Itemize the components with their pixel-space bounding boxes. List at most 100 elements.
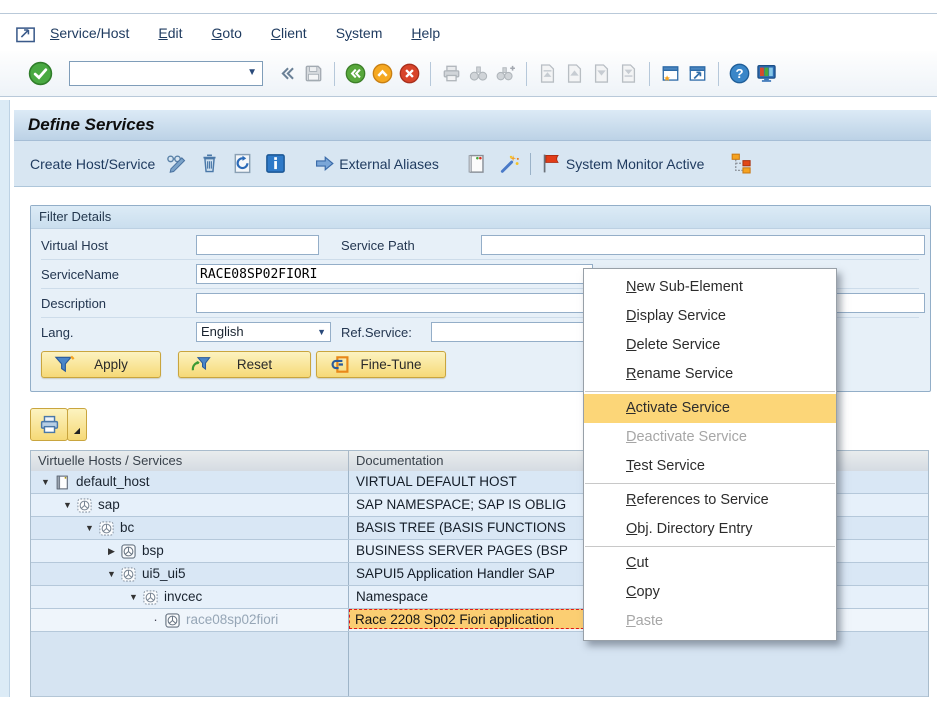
collapse-toolbar-button[interactable] — [274, 61, 299, 86]
description-label: Description — [41, 296, 106, 311]
service-cell: ·race08sp02fiori — [31, 609, 349, 631]
documentation-text: SAP NAMESPACE; SAP IS OBLIG — [356, 497, 566, 512]
context-menu-item-cut[interactable]: Cut — [584, 549, 836, 578]
service-node-label[interactable]: bsp — [142, 540, 164, 562]
help-button[interactable]: ? — [727, 61, 752, 86]
documentation-text: BASIS TREE (BASIS FUNCTIONS — [356, 520, 566, 535]
context-menu-item-new-sub-element[interactable]: New Sub-Element — [584, 273, 836, 302]
menu-goto[interactable]: Goto — [212, 25, 242, 41]
context-menu-item-references-to-service[interactable]: References to Service — [584, 486, 836, 515]
hierarchy-icon[interactable] — [730, 152, 753, 175]
expander-closed-icon[interactable]: ▶ — [105, 540, 118, 562]
service-path-label: Service Path — [341, 238, 415, 253]
menu-help[interactable]: Help — [411, 25, 440, 41]
find-next-button — [493, 61, 518, 86]
system-monitor-flag-icon — [540, 152, 563, 175]
new-session-button[interactable] — [658, 61, 683, 86]
service-name-label: ServiceName — [41, 267, 119, 282]
printer-icon — [38, 413, 61, 436]
filter-details-title: Filter Details — [31, 206, 930, 229]
column-header-hosts[interactable]: Virtuelle Hosts / Services — [31, 451, 349, 471]
cancel-button[interactable] — [397, 61, 422, 86]
expander-open-icon[interactable]: ▼ — [61, 494, 74, 516]
toolbar-separator — [649, 62, 650, 86]
context-menu-item-obj-directory-entry[interactable]: Obj. Directory Entry — [584, 515, 836, 544]
info-icon[interactable] — [264, 152, 287, 175]
filter-icon — [53, 353, 76, 376]
back-button[interactable] — [343, 61, 368, 86]
enter-button[interactable] — [28, 61, 53, 86]
delete-icon[interactable] — [198, 152, 221, 175]
customize-layout-button[interactable] — [754, 61, 779, 86]
column-divider — [348, 632, 349, 696]
context-menu-item-test-service[interactable]: Test Service — [584, 452, 836, 481]
chevron-down-icon[interactable]: ▼ — [317, 327, 326, 337]
service-node-label[interactable]: bc — [120, 517, 134, 539]
context-menu-item-activate-service[interactable]: Activate Service — [584, 394, 836, 423]
reset-button[interactable]: Reset — [178, 351, 311, 378]
service-node-label[interactable]: sap — [98, 494, 120, 516]
document-icon[interactable] — [465, 152, 488, 175]
empty-table-area — [31, 632, 928, 697]
reset-filter-icon — [190, 353, 213, 376]
menu-separator — [585, 546, 835, 547]
service-node-label[interactable]: default_host — [76, 471, 150, 493]
column-header-documentation[interactable]: Documentation — [349, 451, 443, 471]
documentation-text: Namespace — [356, 589, 428, 604]
ref-service-label: Ref.Service: — [341, 325, 412, 340]
documentation-text: BUSINESS SERVER PAGES (BSP — [356, 543, 568, 558]
context-menu: New Sub-ElementDisplay ServiceDelete Ser… — [583, 268, 837, 641]
service-icon-dotted — [142, 589, 159, 606]
toolbar-separator — [430, 62, 431, 86]
print-list-button[interactable] — [30, 408, 68, 441]
virtual-host-input[interactable] — [196, 235, 319, 255]
service-node-label[interactable]: race08sp02fiori — [186, 609, 278, 631]
refresh-icon[interactable] — [231, 152, 254, 175]
ref-service-input[interactable] — [431, 322, 593, 342]
create-shortcut-button[interactable] — [685, 61, 710, 86]
external-aliases-icon[interactable] — [313, 152, 336, 175]
create-host-service-button[interactable]: Create Host/Service — [30, 156, 155, 172]
toolbar-separator — [530, 153, 531, 175]
service-icon — [120, 543, 137, 560]
expander-open-icon[interactable]: ▼ — [127, 586, 140, 608]
external-aliases-button[interactable]: External Aliases — [339, 156, 439, 172]
corner-triangle-icon: ◢ — [74, 426, 80, 435]
window-side-strip — [0, 100, 10, 697]
command-dropdown-icon[interactable]: ▼ — [247, 67, 257, 78]
selected-documentation-cell[interactable]: Race 2208 Sp02 Fiori application — [349, 609, 589, 629]
service-path-input[interactable] — [481, 235, 925, 255]
menu-service-host[interactable]: Service/Host — [50, 25, 129, 41]
display-change-icon[interactable] — [165, 152, 188, 175]
expander-open-icon[interactable]: ▼ — [83, 517, 96, 539]
service-icon-dotted — [76, 497, 93, 514]
service-node-label[interactable]: ui5_ui5 — [142, 563, 186, 585]
service-icon — [164, 612, 181, 629]
service-name-input[interactable] — [196, 264, 593, 284]
find-button — [466, 61, 491, 86]
expander-open-icon[interactable]: ▼ — [39, 471, 52, 493]
context-menu-item-copy[interactable]: Copy — [584, 578, 836, 607]
system-menu-icon[interactable] — [15, 23, 37, 42]
apply-button[interactable]: Apply — [41, 351, 161, 378]
expander-open-icon[interactable]: ▼ — [105, 563, 118, 585]
toolbar-separator — [334, 62, 335, 86]
exit-button[interactable] — [370, 61, 395, 86]
menu-client[interactable]: Client — [271, 25, 307, 41]
menu-system[interactable]: System — [336, 25, 383, 41]
fine-tune-button[interactable]: Fine-Tune — [316, 351, 446, 378]
command-field[interactable]: ▼ — [69, 61, 263, 86]
command-input[interactable] — [71, 63, 235, 84]
application-toolbar: Create Host/Service External Aliases Sys… — [14, 141, 931, 187]
menu-edit[interactable]: Edit — [158, 25, 182, 41]
wizard-icon[interactable] — [498, 152, 521, 175]
language-dropdown[interactable]: English ▼ — [196, 322, 331, 342]
context-menu-item-rename-service[interactable]: Rename Service — [584, 360, 836, 389]
service-node-label[interactable]: invcec — [164, 586, 202, 608]
context-menu-item-display-service[interactable]: Display Service — [584, 302, 836, 331]
menu-items: Service/Host Edit Goto Client System Help — [50, 25, 440, 41]
context-menu-item-delete-service[interactable]: Delete Service — [584, 331, 836, 360]
next-page-button — [589, 61, 614, 86]
row-divider — [41, 259, 919, 260]
print-dropdown-button[interactable]: ◢ — [67, 408, 87, 441]
